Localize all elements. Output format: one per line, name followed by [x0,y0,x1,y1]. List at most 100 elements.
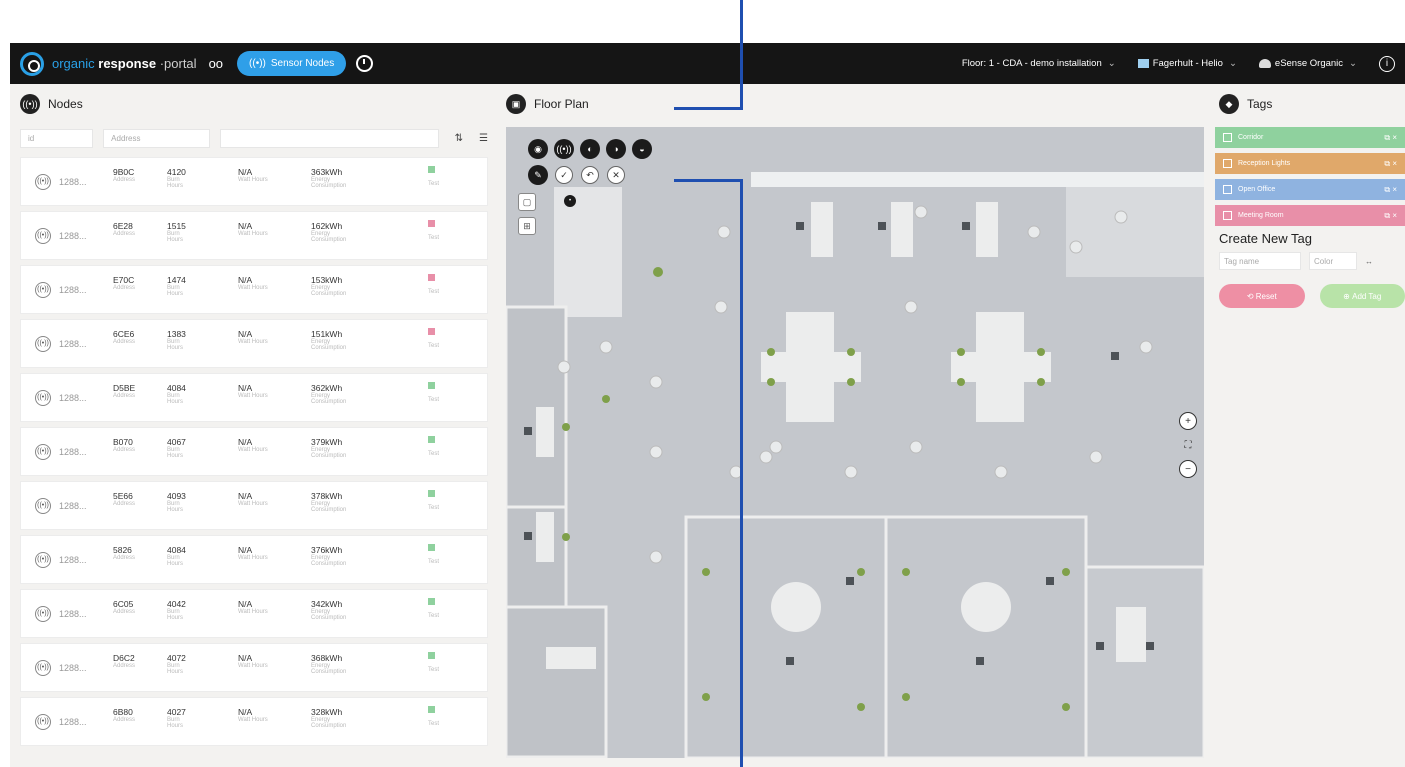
id-filter-input[interactable]: id [20,128,94,148]
node-row[interactable]: ((•)) 1288... 5E66 Address 4093 Burn Hours N/A… [20,481,488,530]
node-id: 1288... [59,608,87,619]
measure-tool-icon[interactable]: ⊞ [518,217,536,235]
status-indicator [428,166,435,173]
sort-icon[interactable]: ⇅ [455,133,463,144]
user-menu[interactable]: eSense Organic ⌄ [1258,58,1357,69]
node-burn-hours: 1383 Burn Hours [167,329,186,352]
node-watt-hours: N/A Watt Hours [238,167,268,183]
node-row[interactable]: ((•)) 1288... B070 Address 4067 Burn Hours N/A… [20,427,488,476]
add-point-icon[interactable]: • [564,195,576,207]
node-burn-hours: 4093 Burn Hours [167,491,186,514]
expand-icon[interactable]: ↔ [1365,257,1373,266]
sensor-layer-icon[interactable]: ((•)) [554,139,574,159]
tag-icon: ◆ [1219,94,1239,114]
node-energy: 162kWh Energy Consumption [311,221,347,244]
confirm-icon[interactable]: ✓ [555,166,573,184]
node-row[interactable]: ((•)) 1288... 6CE6 Address 1383 Burn Hours N/A… [20,319,488,368]
tag-color-input[interactable]: Color [1309,252,1357,270]
tag-actions-icon[interactable]: ⧉ × [1384,133,1397,143]
status-indicator [428,544,435,551]
node-status: Test [428,343,440,349]
node-id: 1288... [59,176,87,187]
sort-list-icon[interactable]: ☰ [479,133,488,144]
node-icon: ((•)) [35,173,51,190]
user-icon [1258,58,1271,68]
fit-screen-icon[interactable]: ⛶ [1179,436,1197,454]
status-indicator [428,274,435,281]
node-address: 6C05 Address [113,599,136,615]
tag-checkbox[interactable] [1223,185,1232,194]
app-frame: organic response ·portal oo ((•)) Sensor… [10,0,1405,767]
node-row[interactable]: ((•)) 1288... D5BE Address 4084 Burn Hours N/A… [20,373,488,422]
node-id: 1288... [59,662,87,673]
undo-icon[interactable]: ↶ [581,166,599,184]
address-filter-input[interactable]: Address [103,128,211,148]
node-row[interactable]: ((•)) 1288... E70C Address 1474 Burn Hours N/A… [20,265,488,314]
cancel-icon[interactable]: ✕ [607,166,625,184]
view-icon[interactable]: ◉ [528,139,548,159]
tag-checkbox[interactable] [1223,159,1232,168]
node-row[interactable]: ((•)) 1288... D6C2 Address 4072 Burn Hours N/A… [20,643,488,692]
node-icon: ((•)) [35,389,51,406]
node-icon: ((•)) [35,227,51,244]
link-icon[interactable]: oo [209,56,223,71]
tag-actions-icon[interactable]: ⧉ × [1384,211,1397,221]
history-clock-icon[interactable] [356,55,374,72]
floor-plan-canvas[interactable]: ◉ ((•)) ◐ ◑ ◒ ✎ ✓ ↶ ✕ ▢ ⊞ • + ⛶ − [506,127,1204,758]
reset-button[interactable]: ⟲ Reset [1219,284,1305,308]
status-layer-icon[interactable]: ◒ [632,139,652,159]
node-address: 9B0C Address [113,167,136,183]
tag-item[interactable]: Corridor ⧉ × [1215,127,1405,148]
tag-item[interactable]: Reception Lights ⧉ × [1215,153,1405,174]
callout-line [674,179,743,182]
node-row[interactable]: ((•)) 1288... 5826 Address 4084 Burn Hours N/A… [20,535,488,584]
tag-item[interactable]: Meeting Room ⧉ × [1215,205,1405,226]
node-address: D6C2 Address [113,653,136,669]
node-icon: ((•)) [35,335,51,352]
node-energy: 328kWh Energy Consumption [311,707,347,730]
floor-selector[interactable]: Floor: 1 - CDA - demo installation ⌄ [962,58,1116,69]
nodes-icon: ((•)) [20,94,40,114]
node-address: 6E28 Address [113,221,136,237]
node-row[interactable]: ((•)) 1288... 9B0C Address 4120 Burn Hours N/A… [20,157,488,206]
node-energy: 151kWh Energy Consumption [311,329,347,352]
filter-input[interactable] [220,128,439,148]
node-address: 5E66 Address [113,491,136,507]
node-watt-hours: N/A Watt Hours [238,221,268,237]
node-burn-hours: 1515 Burn Hours [167,221,186,244]
sensor-nodes-button[interactable]: ((•)) Sensor Nodes [237,51,347,76]
create-tag-title: Create New Tag [1219,231,1312,246]
zoom-in-icon[interactable]: + [1179,412,1197,430]
tag-name-input[interactable]: Tag name [1219,252,1301,270]
edit-icon[interactable]: ✎ [528,165,548,185]
select-tool-icon[interactable]: ▢ [518,193,536,211]
chevron-down-icon: ⌄ [1228,58,1237,69]
chevron-down-icon: ⌄ [1107,58,1116,69]
energy-layer-icon[interactable]: ◑ [606,139,626,159]
tag-checkbox[interactable] [1223,133,1232,142]
tag-actions-icon[interactable]: ⧉ × [1384,185,1397,195]
tag-actions-icon[interactable]: ⧉ × [1384,159,1397,169]
node-id: 1288... [59,284,87,295]
node-row[interactable]: ((•)) 1288... 6E28 Address 1515 Burn Hours N/A… [20,211,488,260]
callout-line [740,0,743,109]
status-indicator [428,328,435,335]
node-address: E70C Address [113,275,136,291]
node-row[interactable]: ((•)) 1288... 6C05 Address 4042 Burn Hours N/A… [20,589,488,638]
tag-checkbox[interactable] [1223,211,1232,220]
node-energy: 376kWh Energy Consumption [311,545,347,568]
info-icon[interactable]: i [1379,55,1395,72]
node-row[interactable]: ((•)) 1288... 6B80 Address 4027 Burn Hours N/A… [20,697,488,746]
light-layer-icon[interactable]: ◐ [580,139,600,159]
node-status: Test [428,289,440,295]
node-id: 1288... [59,716,87,727]
tag-item[interactable]: Open Office ⧉ × [1215,179,1405,200]
zoom-out-icon[interactable]: − [1179,460,1197,478]
node-status: Test [428,451,440,457]
top-bar: organic response ·portal oo ((•)) Sensor… [10,43,1405,84]
site-selector[interactable]: Fagerhult - Helio ⌄ [1137,58,1237,69]
callout-line [674,107,743,110]
add-tag-button[interactable]: ⊕ Add Tag [1319,284,1405,308]
node-burn-hours: 1474 Burn Hours [167,275,186,298]
callout-line [740,179,743,767]
